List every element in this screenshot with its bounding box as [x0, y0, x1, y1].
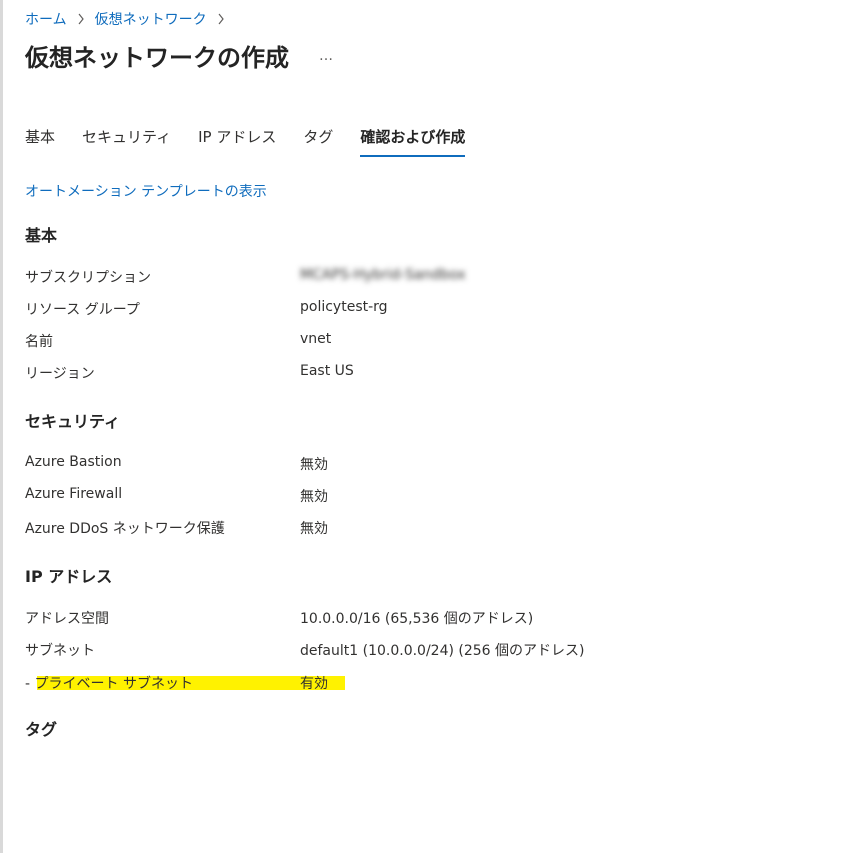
row-value: 無効 [300, 489, 328, 505]
breadcrumb: ホーム 仮想ネットワーク [25, 9, 227, 29]
summary-row: リージョン East US [25, 363, 825, 385]
row-value: East US [300, 363, 354, 379]
row-label: 名前 [25, 334, 53, 350]
more-options-button[interactable]: … [315, 46, 337, 66]
row-label: Azure Firewall [25, 486, 123, 502]
summary-row: サブネット default1 (10.0.0.0/24) (256 個のアドレス… [25, 640, 825, 662]
row-label: - プライベート サブネット [25, 676, 193, 692]
chevron-right-icon [75, 13, 87, 25]
row-label: リソース グループ [25, 302, 140, 318]
row-label: Azure DDoS ネットワーク保護 [25, 521, 225, 537]
section-title-ip-addresses: IP アドレス [25, 567, 113, 586]
row-label: サブスクリプション [25, 270, 151, 286]
page-title: 仮想ネットワークの作成 [25, 44, 289, 72]
row-value: default1 (10.0.0.0/24) (256 個のアドレス) [300, 643, 585, 659]
section-title-tags: タグ [25, 720, 58, 739]
summary-row: アドレス空間 10.0.0.0/16 (65,536 個のアドレス) [25, 608, 825, 630]
view-automation-template-link[interactable]: オートメーション テンプレートの表示 [25, 181, 267, 201]
row-label: リージョン [25, 366, 95, 382]
summary-row: Azure Firewall 無効 [25, 486, 825, 508]
breadcrumb-home-link[interactable]: ホーム [25, 9, 67, 29]
summary-row: サブスクリプション MCAPS-Hybrid-Sandbox [25, 267, 825, 289]
tab-review-create[interactable]: 確認および作成 [360, 126, 466, 157]
chevron-right-icon [215, 13, 227, 25]
row-value: vnet [300, 331, 332, 347]
tab-security[interactable]: セキュリティ [82, 126, 171, 157]
row-value: MCAPS-Hybrid-Sandbox [300, 267, 466, 283]
row-value: 10.0.0.0/16 (65,536 個のアドレス) [300, 611, 534, 627]
summary-row: リソース グループ policytest-rg [25, 299, 825, 321]
tab-tags[interactable]: タグ [303, 126, 333, 157]
summary-row: Azure Bastion 無効 [25, 454, 825, 476]
tab-basics[interactable]: 基本 [25, 126, 55, 157]
section-title-security: セキュリティ [25, 412, 121, 431]
row-value: 無効 [300, 457, 328, 473]
breadcrumb-vnet-link[interactable]: 仮想ネットワーク [95, 9, 207, 29]
tab-ip-addresses[interactable]: IP アドレス [198, 126, 276, 157]
review-create-page: ホーム 仮想ネットワーク 仮想ネットワークの作成 … 基本 セキュリティ IP … [0, 0, 859, 853]
summary-row: Azure DDoS ネットワーク保護 無効 [25, 518, 825, 540]
row-label: アドレス空間 [25, 611, 109, 627]
summary-row: 名前 vnet [25, 331, 825, 353]
section-title-basics: 基本 [25, 226, 58, 245]
row-label: サブネット [25, 643, 95, 659]
row-value: 有効 [300, 676, 328, 692]
row-value: 無効 [300, 521, 328, 537]
row-label: Azure Bastion [25, 454, 122, 470]
summary-row: - プライベート サブネット 有効 [25, 673, 825, 695]
row-value: policytest-rg [300, 299, 388, 315]
title-row: 仮想ネットワークの作成 … [25, 38, 337, 73]
wizard-tabs: 基本 セキュリティ IP アドレス タグ 確認および作成 [25, 126, 492, 157]
